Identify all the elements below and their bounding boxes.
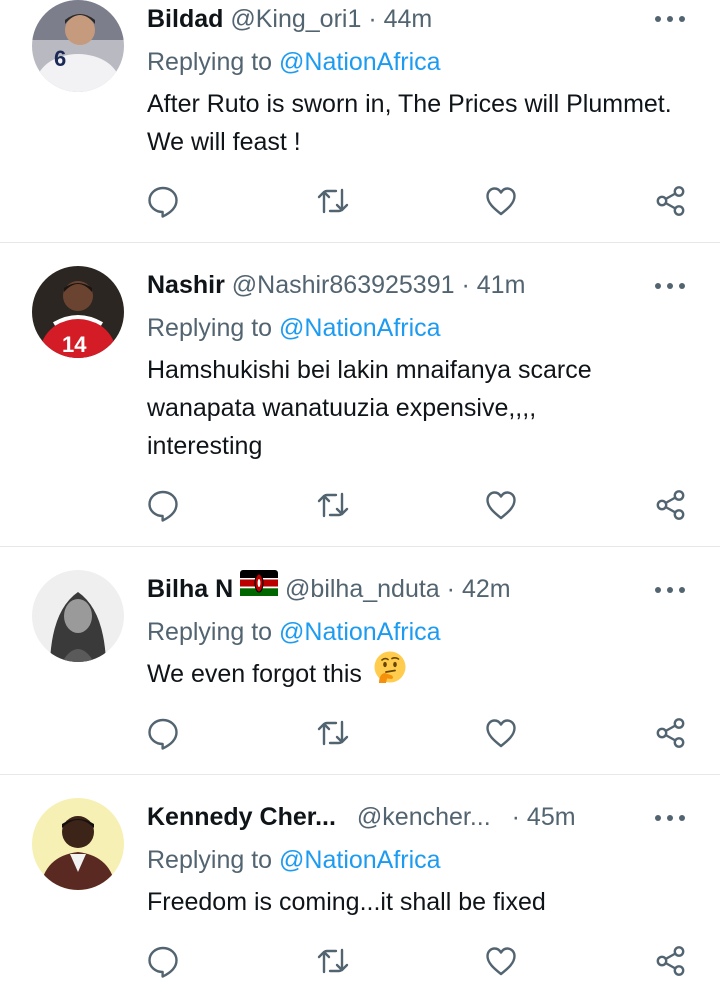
- like-icon[interactable]: [483, 487, 519, 523]
- mention-link[interactable]: @NationAfrica: [279, 846, 441, 874]
- replying-to: Replying to @NationAfrica: [147, 311, 441, 345]
- tweet-header: Bilha N @bilha_nduta · 42m: [147, 570, 511, 606]
- separator: ·: [461, 271, 470, 299]
- share-icon[interactable]: [653, 183, 689, 219]
- replying-to: Replying to @NationAfrica: [147, 615, 441, 649]
- svg-text:14: 14: [62, 332, 87, 357]
- like-icon[interactable]: [483, 715, 519, 751]
- separator: ·: [511, 803, 520, 831]
- tweet[interactable]: Kennedy Cher... @kencher... · 45m Replyi…: [0, 775, 720, 1000]
- timestamp[interactable]: 41m: [477, 271, 526, 299]
- more-options-icon[interactable]: [655, 812, 685, 824]
- like-icon[interactable]: [483, 943, 519, 979]
- user-handle[interactable]: @bilha_nduta: [285, 575, 440, 603]
- more-options-icon[interactable]: [655, 280, 685, 292]
- tweet[interactable]: 6 Bildad @King_ori1 · 44m Replying to @N…: [0, 0, 720, 242]
- avatar[interactable]: [32, 798, 124, 890]
- share-icon[interactable]: [653, 487, 689, 523]
- tweet-header: Nashir @Nashir863925391 · 41m: [147, 268, 525, 302]
- tweet[interactable]: Bilha N @bilha_nduta · 42m Replying to @…: [0, 547, 720, 774]
- mention-link[interactable]: @NationAfrica: [279, 314, 441, 342]
- avatar-image: [32, 798, 124, 890]
- retweet-icon[interactable]: [315, 183, 351, 219]
- replying-to-label: Replying to: [147, 314, 273, 342]
- avatar-image: 14: [32, 266, 124, 358]
- avatar-image: [32, 570, 124, 662]
- display-name[interactable]: Kennedy Cher...: [147, 803, 336, 831]
- reply-icon[interactable]: [145, 487, 181, 523]
- kenya-flag-icon: [240, 570, 279, 605]
- avatar[interactable]: 14: [32, 266, 124, 358]
- user-handle[interactable]: @Nashir863925391: [232, 271, 455, 299]
- display-name[interactable]: Bilha N: [147, 575, 233, 603]
- share-icon[interactable]: [653, 715, 689, 751]
- reply-icon[interactable]: [145, 183, 181, 219]
- display-name[interactable]: Nashir: [147, 271, 225, 299]
- reply-icon[interactable]: [145, 715, 181, 751]
- more-options-icon[interactable]: [655, 13, 685, 25]
- tweet-text-row: We even forgot this: [147, 651, 687, 695]
- reply-icon[interactable]: [145, 943, 181, 979]
- avatar[interactable]: 6: [32, 0, 124, 92]
- tweet-text: Freedom is coming...it shall be fixed: [147, 888, 546, 916]
- tweet-text: After Ruto is sworn in, The Prices will …: [147, 90, 672, 156]
- retweet-icon[interactable]: [315, 487, 351, 523]
- replying-to: Replying to @NationAfrica: [147, 45, 441, 79]
- svg-text:6: 6: [54, 46, 66, 71]
- display-name[interactable]: Bildad: [147, 5, 223, 33]
- retweet-icon[interactable]: [315, 943, 351, 979]
- replying-to-label: Replying to: [147, 48, 273, 76]
- user-handle[interactable]: @King_ori1: [230, 5, 361, 33]
- separator: ·: [368, 5, 377, 33]
- tweet-text: We even forgot this: [147, 660, 362, 688]
- share-icon[interactable]: [653, 943, 689, 979]
- retweet-icon[interactable]: [315, 715, 351, 751]
- user-handle[interactable]: @kencher...: [357, 803, 491, 831]
- replying-to: Replying to @NationAfrica: [147, 843, 441, 877]
- avatar-image: 6: [32, 0, 124, 92]
- replying-to-label: Replying to: [147, 618, 273, 646]
- tweet[interactable]: 14 Nashir @Nashir863925391 · 41m Replyin…: [0, 243, 720, 546]
- thinking-face-icon: [373, 650, 407, 695]
- tweet-header: Bildad @King_ori1 · 44m: [147, 2, 432, 36]
- timestamp[interactable]: 42m: [462, 575, 511, 603]
- timestamp[interactable]: 44m: [384, 5, 433, 33]
- tweet-header: Kennedy Cher... @kencher... · 45m: [147, 800, 576, 834]
- timestamp[interactable]: 45m: [527, 803, 576, 831]
- mention-link[interactable]: @NationAfrica: [279, 618, 441, 646]
- separator: ·: [446, 575, 455, 603]
- avatar[interactable]: [32, 570, 124, 662]
- replying-to-label: Replying to: [147, 846, 273, 874]
- tweet-text: Hamshukishi bei lakin mnaifanya scarce w…: [147, 356, 592, 460]
- more-options-icon[interactable]: [655, 584, 685, 596]
- like-icon[interactable]: [483, 183, 519, 219]
- mention-link[interactable]: @NationAfrica: [279, 48, 441, 76]
